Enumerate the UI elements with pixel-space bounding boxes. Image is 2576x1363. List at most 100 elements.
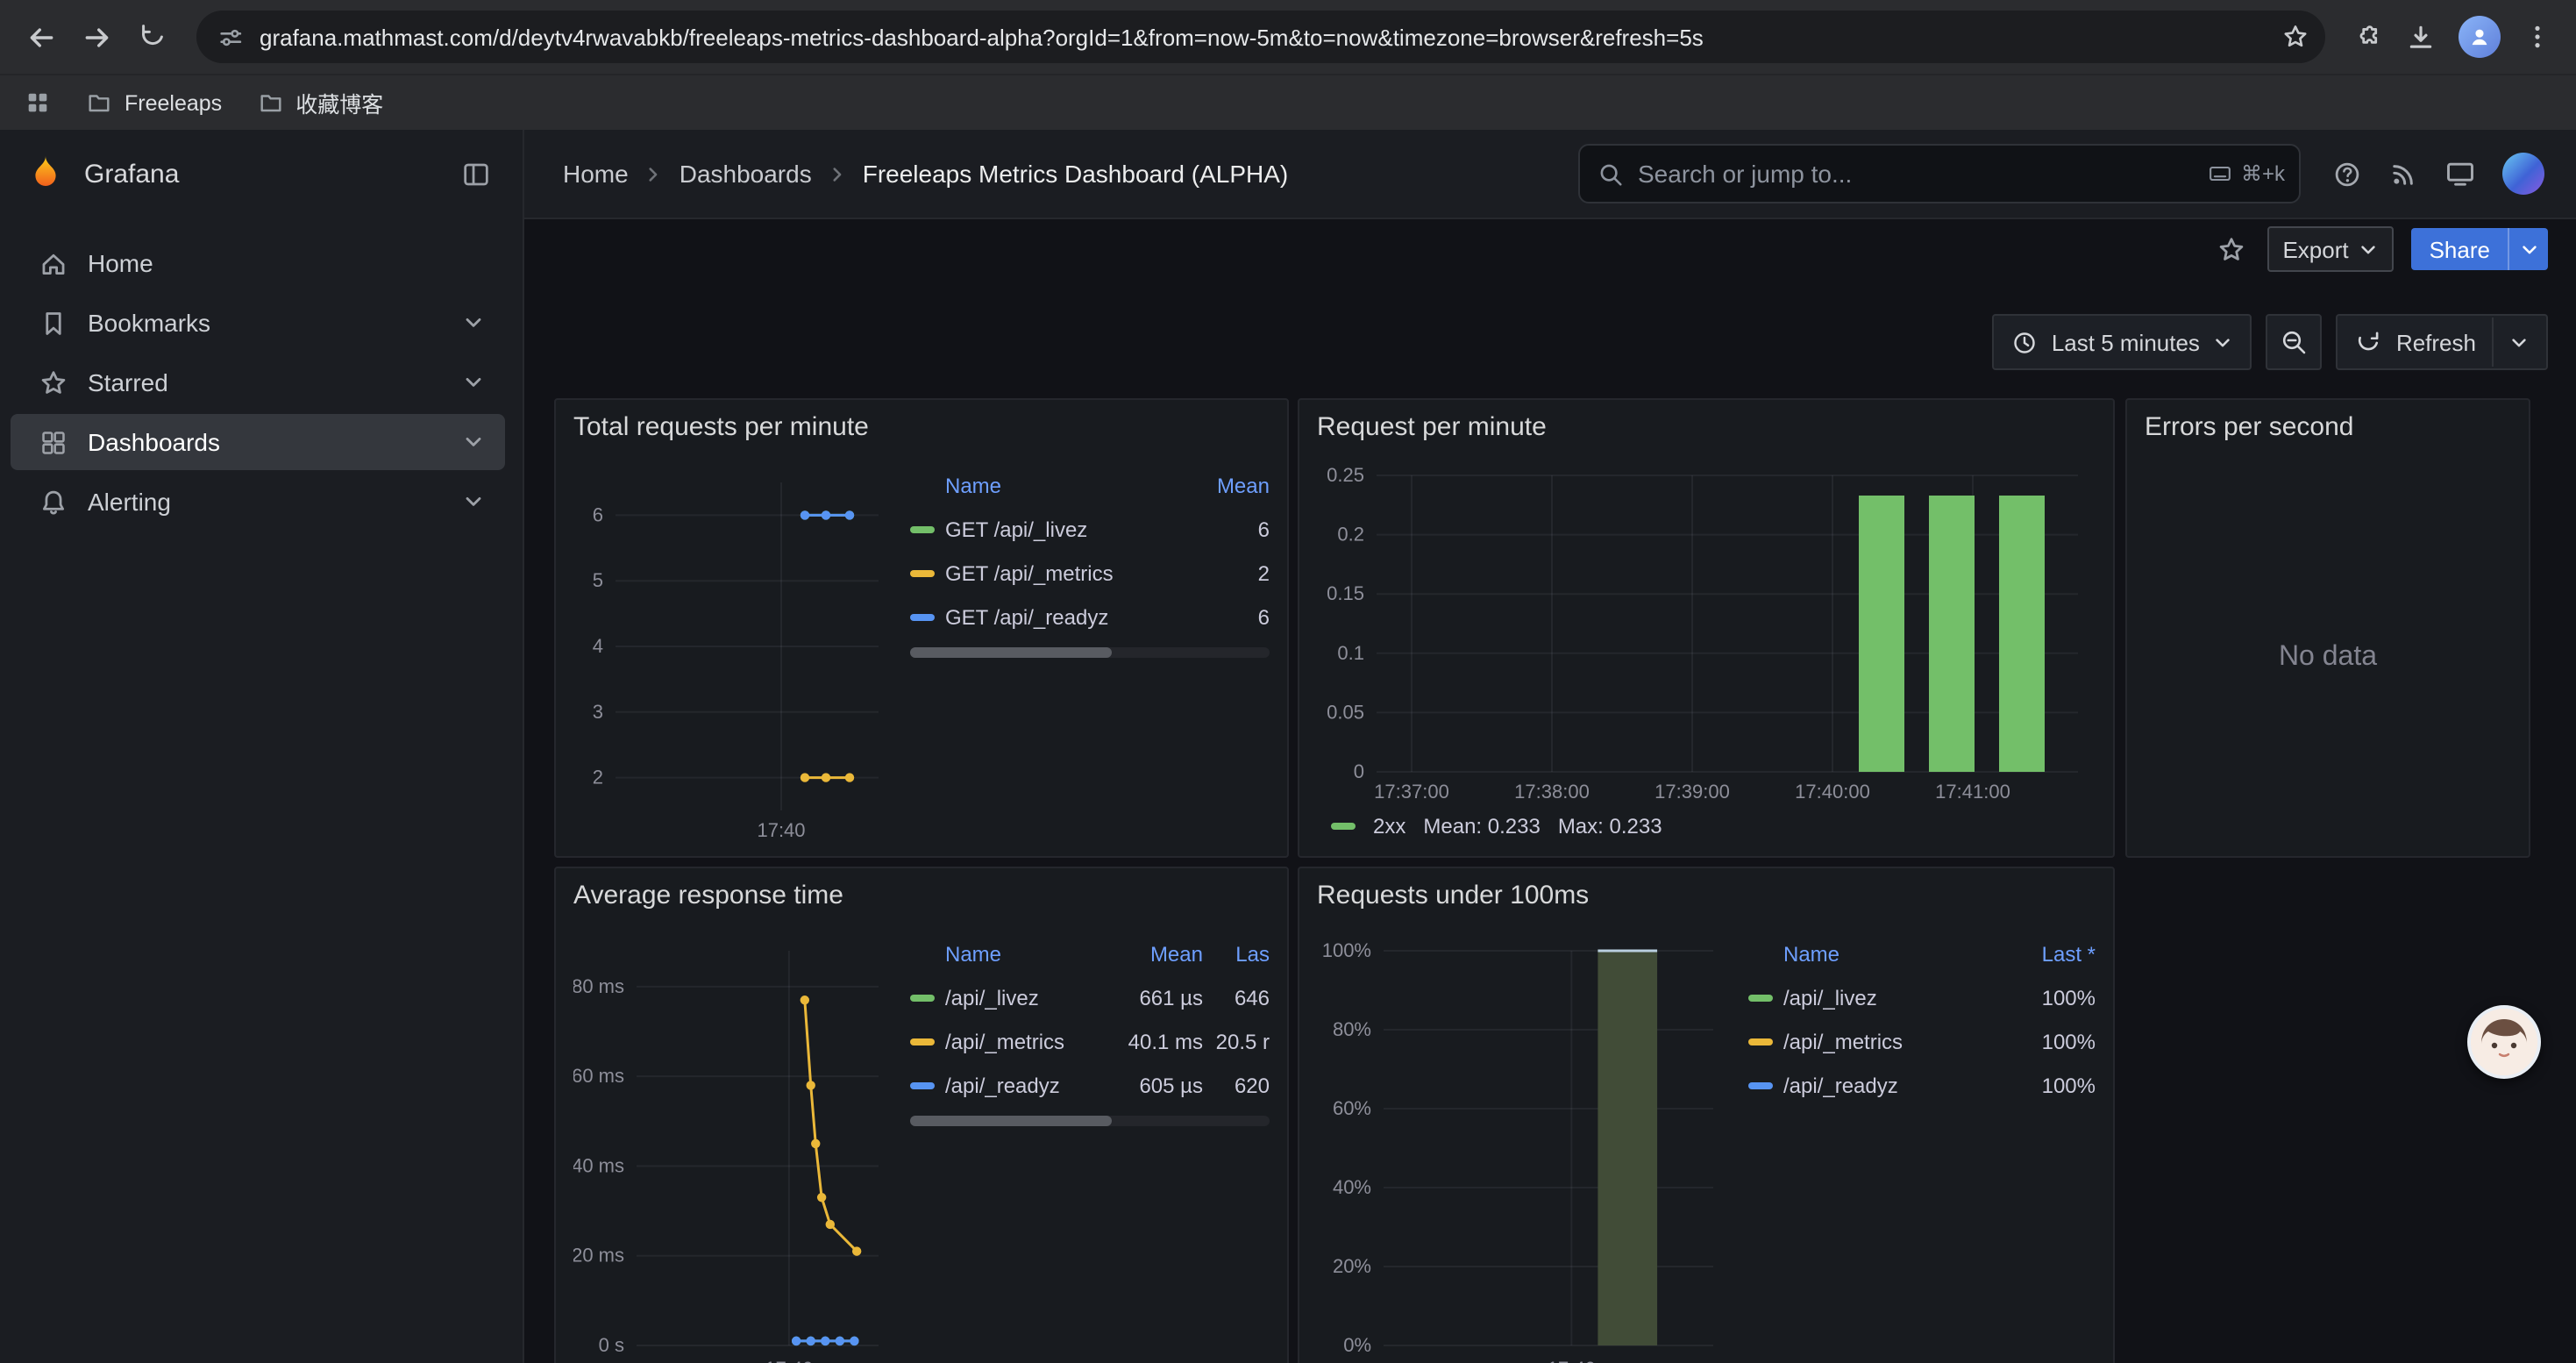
legend-row[interactable]: GET /api/_readyz 6: [910, 595, 1270, 639]
back-button[interactable]: [14, 11, 67, 63]
time-range-picker[interactable]: Last 5 minutes: [1992, 314, 2252, 370]
dashboard-actions-bar: Export Share: [524, 219, 2576, 279]
panel-title[interactable]: Requests under 100ms: [1299, 868, 2113, 926]
share-button[interactable]: Share: [2412, 228, 2508, 270]
legend-col-last[interactable]: Last *: [2018, 942, 2096, 967]
sidebar-nav: Home Bookmarks Starred Dashboards: [0, 218, 523, 530]
legend-col-name[interactable]: Name: [945, 474, 1182, 498]
home-icon: [39, 248, 68, 278]
legend-col-last[interactable]: Las: [1213, 942, 1270, 967]
svg-text:60%: 60%: [1333, 1097, 1371, 1119]
divider: [2492, 318, 2494, 367]
chart-request-per-minute[interactable]: 00.050.10.150.20.2517:37:0017:38:0017:39…: [1317, 458, 2096, 807]
chevron-down-icon[interactable]: [463, 312, 484, 333]
search-icon: [1598, 161, 1624, 187]
news-button[interactable]: [2388, 159, 2418, 189]
chart-average-response-time[interactable]: 0 s20 ms40 ms60 ms80 ms17:40: [573, 926, 893, 1363]
panel-title[interactable]: Errors per second: [2127, 400, 2529, 458]
tv-mode-button[interactable]: [2444, 158, 2476, 189]
url-bar[interactable]: grafana.mathmast.com/d/deytv4rwavabkb/fr…: [196, 11, 2325, 63]
breadcrumb-home[interactable]: Home: [563, 160, 629, 188]
user-avatar[interactable]: [2502, 153, 2544, 195]
chevron-down-icon: [2519, 239, 2538, 259]
no-data-message: No data: [2127, 458, 2529, 856]
refresh-button[interactable]: Refresh: [2356, 329, 2476, 355]
search-placeholder: Search or jump to...: [1638, 160, 1852, 188]
bookmark-label: 收藏博客: [295, 86, 383, 119]
panel-body: 00.050.10.150.20.2517:37:0017:38:0017:39…: [1299, 458, 2113, 856]
series-name: /api/_metrics: [945, 1029, 1101, 1053]
legend-col-mean[interactable]: Mean: [1112, 942, 1203, 967]
sidebar-item-dashboards[interactable]: Dashboards: [11, 414, 505, 470]
search-input[interactable]: Search or jump to... ⌘+k: [1578, 144, 2301, 203]
chevron-down-icon[interactable]: [463, 372, 484, 393]
panel-title[interactable]: Total requests per minute: [556, 400, 1287, 458]
refresh-interval-button[interactable]: [2509, 332, 2529, 352]
legend-table: Name Last * /api/_livez 100% /api/_metri…: [1731, 926, 2096, 1363]
legend-row[interactable]: /api/_livez 100%: [1748, 975, 2096, 1019]
chevron-down-icon[interactable]: [463, 432, 484, 453]
panel-errors-per-second: Errors per second No data: [2125, 398, 2530, 858]
help-button[interactable]: [2332, 159, 2362, 189]
scrollbar-thumb[interactable]: [910, 1116, 1112, 1126]
legend-row[interactable]: /api/_metrics 40.1 ms 20.5 r: [910, 1019, 1270, 1063]
legend-row[interactable]: /api/_metrics 100%: [1748, 1019, 2096, 1063]
legend-row[interactable]: /api/_readyz 100%: [1748, 1063, 2096, 1107]
puzzle-icon: [2353, 22, 2383, 52]
legend-col-mean[interactable]: Mean: [1192, 474, 1270, 498]
panel-title[interactable]: Request per minute: [1299, 400, 2113, 458]
sidebar-item-bookmarks[interactable]: Bookmarks: [11, 295, 505, 351]
legend-scrollbar[interactable]: [910, 647, 1270, 658]
bookmark-folder-freeleaps[interactable]: Freeleaps: [86, 89, 222, 116]
legend-col-name[interactable]: Name: [1783, 942, 2008, 967]
export-button[interactable]: Export: [2266, 226, 2394, 272]
main-area: Home Dashboards Freeleaps Metrics Dashbo…: [524, 130, 2576, 1363]
series-last: 100%: [2018, 1073, 2096, 1097]
chart-total-requests[interactable]: 2345617:40: [573, 458, 893, 846]
browser-menu-button[interactable]: [2523, 23, 2551, 51]
series-swatch: [1748, 1081, 1773, 1088]
legend-row[interactable]: GET /api/_metrics 2: [910, 551, 1270, 595]
sidebar-item-starred[interactable]: Starred: [11, 354, 505, 410]
series-last: 100%: [2018, 1029, 2096, 1053]
svg-text:17:41:00: 17:41:00: [1935, 781, 2010, 803]
reload-button[interactable]: [126, 11, 179, 63]
panel-title[interactable]: Average response time: [556, 868, 1287, 926]
series-name: /api/_livez: [945, 985, 1101, 1010]
sidebar-item-home[interactable]: Home: [11, 235, 505, 291]
chevron-right-icon: [828, 164, 847, 183]
legend-scrollbar[interactable]: [910, 1116, 1270, 1126]
zoom-out-button[interactable]: [2266, 314, 2323, 370]
extensions-button[interactable]: [2353, 22, 2383, 52]
browser-toolbar: grafana.mathmast.com/d/deytv4rwavabkb/fr…: [0, 0, 2576, 74]
svg-text:0%: 0%: [1343, 1334, 1371, 1356]
legend-row[interactable]: /api/_livez 661 µs 646: [910, 975, 1270, 1019]
sidebar-item-alerting[interactable]: Alerting: [11, 474, 505, 530]
apps-button[interactable]: [25, 89, 51, 116]
chevron-down-icon[interactable]: [463, 491, 484, 512]
series-mean: 6: [1192, 517, 1270, 541]
legend-row[interactable]: /api/_readyz 605 µs 620: [910, 1063, 1270, 1107]
breadcrumb-dashboards[interactable]: Dashboards: [680, 160, 812, 188]
arrow-right-icon: [82, 22, 111, 52]
assistant-avatar[interactable]: [2467, 1005, 2541, 1079]
downloads-button[interactable]: [2406, 22, 2436, 52]
forward-button[interactable]: [70, 11, 123, 63]
chevron-down-icon: [2509, 332, 2529, 352]
dock-menu-button[interactable]: [454, 152, 498, 196]
chart-legend[interactable]: 2xx Mean: 0.233 Max: 0.233: [1317, 807, 2096, 846]
bookmarks-bar: Freeleaps 收藏博客: [0, 74, 2576, 130]
legend-row[interactable]: GET /api/_livez 6: [910, 507, 1270, 551]
chart-requests-under-100ms[interactable]: 0%20%40%60%80%100%17:40: [1317, 926, 1731, 1363]
legend-col-name[interactable]: Name: [945, 942, 1101, 967]
scrollbar-thumb[interactable]: [910, 647, 1112, 658]
bookmark-star-button[interactable]: [2276, 18, 2315, 56]
breadcrumb-current: Freeleaps Metrics Dashboard (ALPHA): [863, 160, 1289, 188]
bookmark-folder-blogs[interactable]: 收藏博客: [257, 86, 383, 119]
legend-header: Name Last *: [1748, 933, 2096, 975]
favorite-dashboard-button[interactable]: [2212, 231, 2249, 268]
bell-icon: [39, 487, 68, 517]
browser-profile-button[interactable]: [2459, 16, 2501, 58]
share-menu-button[interactable]: [2508, 228, 2548, 270]
series-last: 646: [1213, 985, 1270, 1010]
